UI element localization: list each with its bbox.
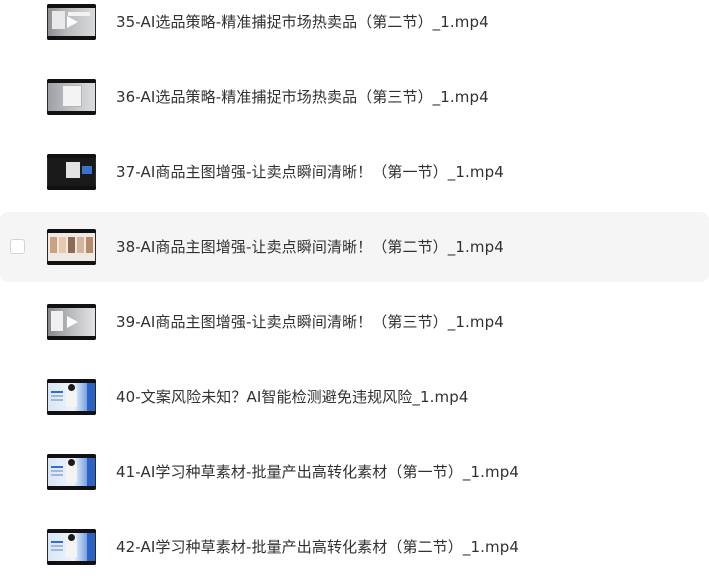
file-row[interactable]: 41-AI学习种草素材-批量产出高转化素材（第一节）_1.mp4 — [0, 437, 709, 507]
file-name[interactable]: 40-文案风险未知？AI智能检测避免违规风险_1.mp4 — [116, 387, 468, 407]
file-name[interactable]: 42-AI学习种草素材-批量产出高转化素材（第二节）_1.mp4 — [116, 537, 519, 557]
file-row[interactable]: 35-AI选品策略-精准捕捉市场热卖品（第二节）_1.mp4 — [0, 0, 709, 57]
video-thumbnail — [47, 229, 96, 265]
file-name[interactable]: 38-AI商品主图增强-让卖点瞬间清晰！（第二节）_1.mp4 — [116, 237, 504, 257]
row-checkbox[interactable] — [10, 239, 25, 254]
file-name[interactable]: 37-AI商品主图增强-让卖点瞬间清晰！（第一节）_1.mp4 — [116, 162, 504, 182]
file-row-hovered[interactable]: 38-AI商品主图增强-让卖点瞬间清晰！（第二节）_1.mp4 — [0, 212, 709, 282]
file-row[interactable]: 37-AI商品主图增强-让卖点瞬间清晰！（第一节）_1.mp4 — [0, 137, 709, 207]
file-name[interactable]: 35-AI选品策略-精准捕捉市场热卖品（第二节）_1.mp4 — [116, 12, 489, 32]
video-thumbnail — [47, 454, 96, 490]
video-thumbnail — [47, 4, 96, 40]
video-thumbnail — [47, 529, 96, 565]
video-thumbnail — [47, 79, 96, 115]
file-row[interactable]: 39-AI商品主图增强-让卖点瞬间清晰！（第三节）_1.mp4 — [0, 287, 709, 357]
video-thumbnail — [47, 379, 96, 415]
file-row[interactable]: 40-文案风险未知？AI智能检测避免违规风险_1.mp4 — [0, 362, 709, 432]
file-list: 35-AI选品策略-精准捕捉市场热卖品（第二节）_1.mp4 36-AI选品策略… — [0, 0, 709, 580]
file-name[interactable]: 41-AI学习种草素材-批量产出高转化素材（第一节）_1.mp4 — [116, 462, 519, 482]
file-row[interactable]: 36-AI选品策略-精准捕捉市场热卖品（第三节）_1.mp4 — [0, 62, 709, 132]
file-row[interactable]: 42-AI学习种草素材-批量产出高转化素材（第二节）_1.mp4 — [0, 512, 709, 582]
file-name[interactable]: 39-AI商品主图增强-让卖点瞬间清晰！（第三节）_1.mp4 — [116, 312, 504, 332]
file-name[interactable]: 36-AI选品策略-精准捕捉市场热卖品（第三节）_1.mp4 — [116, 87, 489, 107]
play-icon — [66, 316, 78, 328]
video-thumbnail — [47, 154, 96, 190]
video-thumbnail — [47, 304, 96, 340]
play-icon — [66, 16, 78, 28]
